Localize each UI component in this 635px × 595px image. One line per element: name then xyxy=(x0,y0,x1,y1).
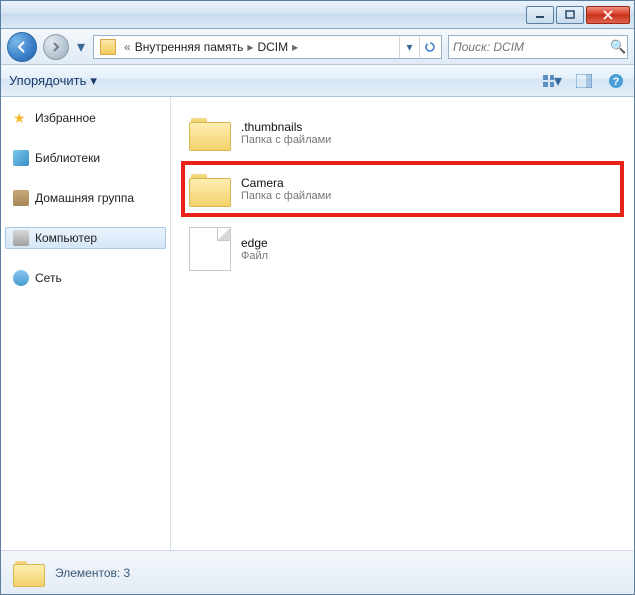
status-text: Элементов: 3 xyxy=(55,566,130,580)
search-box[interactable]: 🔍 xyxy=(448,35,628,59)
breadcrumb-seg-2[interactable]: DCIM xyxy=(257,40,288,54)
address-bar[interactable]: « Внутренняя память ▸ DCIM ▸ ▾ xyxy=(93,35,442,59)
body: ★ Избранное Библиотеки Домашняя группа Ко… xyxy=(1,97,634,550)
address-dropdown[interactable]: ▾ xyxy=(399,36,419,58)
sidebar-item-computer[interactable]: Компьютер xyxy=(5,227,166,249)
back-button[interactable] xyxy=(7,32,37,62)
item-name: Camera xyxy=(241,176,331,190)
sidebar-item-label: Избранное xyxy=(35,111,96,125)
sidebar-item-label: Библиотеки xyxy=(35,151,100,165)
sidebar-item-label: Компьютер xyxy=(35,231,97,245)
item-type: Папка с файлами xyxy=(241,190,331,202)
network-icon xyxy=(13,270,29,286)
folder-icon xyxy=(189,115,231,151)
window-buttons xyxy=(526,6,630,24)
breadcrumb-prefix: « xyxy=(120,40,135,54)
item-name: edge xyxy=(241,236,268,250)
titlebar[interactable] xyxy=(1,1,634,29)
breadcrumb-seg-1[interactable]: Внутренняя память xyxy=(135,40,244,54)
item-type: Файл xyxy=(241,250,268,262)
close-button[interactable] xyxy=(586,6,630,24)
file-item[interactable]: edgeФайл xyxy=(181,217,624,281)
sidebar-item-favorites[interactable]: ★ Избранное xyxy=(1,107,170,129)
help-button[interactable]: ? xyxy=(606,71,626,91)
sidebar-item-label: Сеть xyxy=(35,271,62,285)
sidebar-item-libraries[interactable]: Библиотеки xyxy=(1,147,170,169)
forward-button xyxy=(43,34,69,60)
refresh-button[interactable] xyxy=(419,36,439,58)
preview-pane-button[interactable] xyxy=(574,71,594,91)
sidebar-item-label: Домашняя группа xyxy=(35,191,134,205)
minimize-button[interactable] xyxy=(526,6,554,24)
folder-icon xyxy=(100,39,116,55)
homegroup-icon xyxy=(13,190,29,206)
organize-menu[interactable]: Упорядочить ▾ xyxy=(9,73,97,89)
item-type: Папка с файлами xyxy=(241,134,331,146)
navigation-pane: ★ Избранное Библиотеки Домашняя группа Ко… xyxy=(1,97,171,550)
folder-icon xyxy=(13,559,45,587)
view-options-button[interactable]: ▾ xyxy=(542,71,562,91)
star-icon: ★ xyxy=(13,110,29,126)
svg-text:?: ? xyxy=(613,76,620,88)
folder-item[interactable]: .thumbnailsПапка с файлами xyxy=(181,105,624,161)
maximize-button[interactable] xyxy=(556,6,584,24)
sidebar-item-network[interactable]: Сеть xyxy=(1,267,170,289)
toolbar: Упорядочить ▾ ▾ ? xyxy=(1,65,634,97)
libraries-icon xyxy=(13,150,29,166)
status-bar: Элементов: 3 xyxy=(1,550,634,594)
chevron-right-icon[interactable]: ▸ xyxy=(288,40,302,54)
search-input[interactable] xyxy=(453,40,610,54)
search-icon[interactable]: 🔍 xyxy=(610,39,626,55)
file-icon xyxy=(189,227,231,271)
folder-item[interactable]: CameraПапка с файлами xyxy=(181,161,624,217)
history-dropdown[interactable]: ▾ xyxy=(75,34,87,60)
sidebar-item-homegroup[interactable]: Домашняя группа xyxy=(1,187,170,209)
organize-label: Упорядочить xyxy=(9,73,86,88)
toolbar-right: ▾ ? xyxy=(542,71,626,91)
file-list[interactable]: .thumbnailsПапка с файламиCameraПапка с … xyxy=(171,97,634,550)
computer-icon xyxy=(13,230,29,246)
item-name: .thumbnails xyxy=(241,120,331,134)
navigation-bar: ▾ « Внутренняя память ▸ DCIM ▸ ▾ 🔍 xyxy=(1,29,634,65)
explorer-window: ▾ « Внутренняя память ▸ DCIM ▸ ▾ 🔍 Упоря… xyxy=(0,0,635,595)
chevron-right-icon[interactable]: ▸ xyxy=(243,40,257,54)
folder-icon xyxy=(189,171,231,207)
chevron-down-icon: ▾ xyxy=(90,73,97,89)
